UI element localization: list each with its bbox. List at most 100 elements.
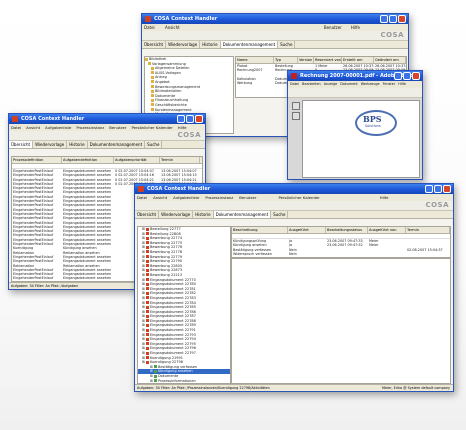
- expand-icon[interactable]: ⊞: [142, 356, 145, 360]
- tab-historie[interactable]: Historie: [67, 141, 88, 148]
- expand-icon[interactable]: ⊞: [142, 333, 145, 337]
- col-typ[interactable]: Typ: [274, 57, 298, 63]
- expand-icon[interactable]: ⊞: [142, 305, 145, 309]
- expand-icon[interactable]: ⊞: [142, 273, 145, 277]
- minimize-icon[interactable]: [177, 115, 185, 123]
- tab-dokumentenmanagement[interactable]: Dokumentenmanagement: [220, 41, 279, 48]
- menu-datei[interactable]: Datei: [11, 125, 21, 130]
- tab-dokumentenmanagement[interactable]: Dokumentenmanagement: [88, 141, 146, 148]
- pages-icon[interactable]: [292, 102, 300, 110]
- tab-wiedervorlage[interactable]: Wiedervorlage: [166, 41, 201, 48]
- col-bearbeitungsstatus[interactable]: Bearbeitungsstatus: [326, 227, 368, 233]
- menu-hilfe[interactable]: Hilfe: [178, 125, 187, 130]
- expand-icon[interactable]: ⊞: [142, 259, 145, 263]
- expand-icon[interactable]: ⊞: [142, 351, 145, 355]
- menu-datei[interactable]: Datei: [137, 195, 147, 200]
- tab-wiedervorlage[interactable]: Wiedervorlage: [33, 141, 68, 148]
- tab-historie[interactable]: Historie: [200, 41, 221, 48]
- menu-prozessinstanz[interactable]: Prozessinstanz: [76, 125, 104, 130]
- maximize-icon[interactable]: [403, 72, 411, 80]
- expand-icon[interactable]: ⊞: [142, 245, 145, 249]
- expand-icon[interactable]: ⊞: [142, 346, 145, 350]
- expand-icon[interactable]: ⊞: [142, 264, 145, 268]
- close-icon[interactable]: [398, 15, 406, 23]
- col-ausgefuehrt[interactable]: Ausgeführt: [288, 227, 326, 233]
- expand-icon[interactable]: ⊞: [142, 360, 145, 364]
- menu-prozessinstanz[interactable]: Prozessinstanz: [205, 195, 233, 200]
- front-window-titlebar[interactable]: COSA Context Handler: [135, 184, 453, 194]
- menu-item[interactable]: Datei: [290, 82, 299, 86]
- tab-suche[interactable]: Suche: [145, 141, 163, 148]
- menu-ansicht[interactable]: Ansicht: [153, 195, 167, 200]
- expand-icon[interactable]: ⊞: [142, 319, 145, 323]
- pdf-window-titlebar[interactable]: Rechnung 2007-00001.pdf - Adobe Reader: [288, 71, 422, 81]
- expand-icon[interactable]: ⊞: [142, 310, 145, 314]
- col-reserviert[interactable]: Reserviert von: [314, 57, 342, 63]
- maximize-icon[interactable]: [389, 15, 397, 23]
- menu-hilfe[interactable]: Hilfe: [351, 25, 360, 30]
- menu-item[interactable]: Anzeige: [324, 82, 338, 86]
- expand-icon[interactable]: ⊞: [142, 241, 145, 245]
- col-termin[interactable]: Termin: [406, 227, 450, 233]
- menu-aufgabenliste[interactable]: Aufgabenliste: [173, 195, 199, 200]
- tab-suche[interactable]: Suche: [271, 211, 289, 218]
- menu-hilfe[interactable]: Hilfe: [380, 195, 389, 200]
- expand-icon[interactable]: ⊞: [142, 323, 145, 327]
- attachments-icon[interactable]: [292, 112, 300, 120]
- menu-ansicht[interactable]: Ansicht: [165, 25, 180, 30]
- expand-icon[interactable]: ⊞: [142, 282, 145, 286]
- expand-icon[interactable]: ⊞: [150, 374, 153, 378]
- tab-uebersicht[interactable]: Übersicht: [135, 211, 160, 218]
- tab-dokumentenmanagement[interactable]: Dokumentenmanagement: [213, 211, 272, 218]
- expand-icon[interactable]: ⊞: [150, 379, 153, 383]
- maximize-icon[interactable]: [186, 115, 194, 123]
- minimize-icon[interactable]: [425, 185, 433, 193]
- close-icon[interactable]: [443, 185, 451, 193]
- expand-icon[interactable]: ⊞: [142, 255, 145, 259]
- tab-uebersicht[interactable]: Übersicht: [142, 41, 167, 48]
- expand-icon[interactable]: ⊞: [142, 227, 145, 231]
- maximize-icon[interactable]: [434, 185, 442, 193]
- tab-uebersicht[interactable]: Übersicht: [9, 141, 34, 148]
- expand-icon[interactable]: ⊞: [142, 328, 145, 332]
- expand-icon[interactable]: ⊞: [142, 337, 145, 341]
- col-version[interactable]: Version: [298, 57, 314, 63]
- menu-item[interactable]: Dokument: [340, 82, 358, 86]
- expand-icon[interactable]: ⊞: [142, 301, 145, 305]
- expand-icon[interactable]: ⊞: [142, 314, 145, 318]
- menu-kalender[interactable]: Persönlicher Kalender: [278, 195, 319, 200]
- menu-item[interactable]: Hilfe: [398, 82, 406, 86]
- menu-benutzer[interactable]: Benutzer: [324, 25, 342, 30]
- expand-icon[interactable]: ⊞: [142, 278, 145, 282]
- expand-icon[interactable]: ⊞: [142, 236, 145, 240]
- col-erstellt[interactable]: Erstellt am: [342, 57, 374, 63]
- col-name[interactable]: Name: [236, 57, 274, 63]
- col-ausgefuehrt-von[interactable]: Ausgeführt von: [368, 227, 406, 233]
- col-prioritaet[interactable]: Aufgabenpriorität: [114, 157, 160, 163]
- tab-wiedervorlage[interactable]: Wiedervorlage: [159, 211, 194, 218]
- menu-datei[interactable]: Datei: [144, 25, 155, 30]
- tab-historie[interactable]: Historie: [193, 211, 214, 218]
- expand-icon[interactable]: ⊞: [150, 369, 153, 373]
- expand-icon[interactable]: ⊞: [142, 342, 145, 346]
- col-prozessdefinition[interactable]: Prozessdefinition: [12, 157, 62, 163]
- table-row[interactable]: Widerspruch verfassen Nein: [232, 252, 450, 256]
- mid-window-titlebar[interactable]: COSA Context Handler: [9, 114, 205, 124]
- expand-icon[interactable]: ⊞: [142, 250, 145, 254]
- menu-item[interactable]: Fenster: [383, 82, 396, 86]
- minimize-icon[interactable]: [380, 15, 388, 23]
- menu-benutzer[interactable]: Benutzer: [239, 195, 256, 200]
- expand-icon[interactable]: ⊞: [142, 287, 145, 291]
- menu-ansicht[interactable]: Ansicht: [26, 125, 40, 130]
- menu-benutzer[interactable]: Benutzer: [109, 125, 126, 130]
- col-aufgabendefinition[interactable]: Aufgabendefinition: [62, 157, 114, 163]
- menu-item[interactable]: Bearbeiten: [302, 82, 321, 86]
- expand-icon[interactable]: ⊞: [142, 232, 145, 236]
- expand-icon[interactable]: ⊞: [150, 365, 153, 369]
- menu-kalender[interactable]: Persönlicher Kalender: [131, 125, 172, 130]
- close-icon[interactable]: [412, 72, 420, 80]
- close-icon[interactable]: [195, 115, 203, 123]
- menu-aufgabenliste[interactable]: Aufgabenliste: [45, 125, 71, 130]
- expand-icon[interactable]: ⊞: [142, 291, 145, 295]
- tab-suche[interactable]: Suche: [278, 41, 296, 48]
